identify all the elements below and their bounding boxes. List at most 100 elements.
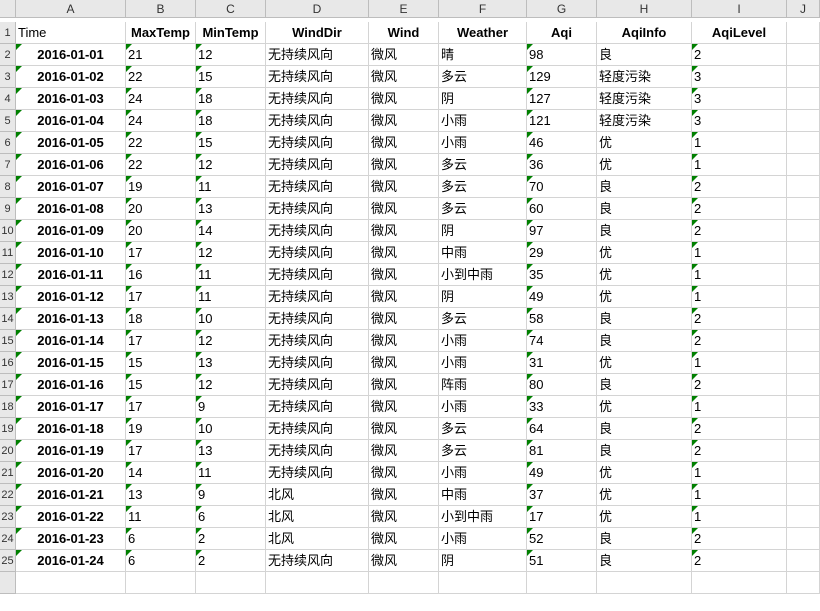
cell-aqiinfo[interactable]: 良 xyxy=(597,176,692,198)
cell-weather[interactable]: 多云 xyxy=(439,308,527,330)
cell-aqilevel[interactable]: 2 xyxy=(692,418,787,440)
cell-maxtemp[interactable]: 19 xyxy=(126,176,196,198)
cell-mintemp[interactable]: 9 xyxy=(196,484,266,506)
cell-mintemp[interactable]: 11 xyxy=(196,462,266,484)
cell-aqiinfo[interactable]: 良 xyxy=(597,528,692,550)
cell-mintemp[interactable]: 2 xyxy=(196,550,266,572)
cell-winddir[interactable]: 无持续风向 xyxy=(266,242,369,264)
cell-maxtemp[interactable]: 16 xyxy=(126,264,196,286)
cell-mintemp[interactable]: 14 xyxy=(196,220,266,242)
cell-wind[interactable]: 微风 xyxy=(369,286,439,308)
header-cell[interactable]: AqiInfo xyxy=(597,22,692,44)
cell-aqilevel[interactable]: 2 xyxy=(692,374,787,396)
row-header[interactable]: 24 xyxy=(0,528,16,550)
row-header[interactable]: 18 xyxy=(0,396,16,418)
cell-aqi[interactable]: 98 xyxy=(527,44,597,66)
empty-cell[interactable] xyxy=(787,220,820,242)
cell-maxtemp[interactable]: 18 xyxy=(126,308,196,330)
cell-weather[interactable]: 小雨 xyxy=(439,330,527,352)
cell-weather[interactable]: 多云 xyxy=(439,440,527,462)
row-header[interactable]: 13 xyxy=(0,286,16,308)
header-cell[interactable]: Wind xyxy=(369,22,439,44)
cell-aqiinfo[interactable]: 优 xyxy=(597,264,692,286)
cell-aqilevel[interactable]: 2 xyxy=(692,44,787,66)
cell-time[interactable]: 2016-01-06 xyxy=(16,154,126,176)
header-cell[interactable]: WindDir xyxy=(266,22,369,44)
cell-winddir[interactable]: 无持续风向 xyxy=(266,198,369,220)
cell-weather[interactable]: 阴 xyxy=(439,88,527,110)
cell-aqi[interactable]: 60 xyxy=(527,198,597,220)
cell-time[interactable]: 2016-01-07 xyxy=(16,176,126,198)
cell-aqi[interactable]: 36 xyxy=(527,154,597,176)
row-header[interactable]: 6 xyxy=(0,132,16,154)
empty-cell[interactable] xyxy=(787,198,820,220)
column-header-D[interactable]: D xyxy=(266,0,369,18)
header-cell[interactable]: AqiLevel xyxy=(692,22,787,44)
empty-cell[interactable] xyxy=(787,396,820,418)
cell-wind[interactable]: 微风 xyxy=(369,418,439,440)
cell-mintemp[interactable]: 12 xyxy=(196,374,266,396)
cell-weather[interactable]: 阴 xyxy=(439,220,527,242)
cell-wind[interactable]: 微风 xyxy=(369,308,439,330)
cell-aqi[interactable]: 74 xyxy=(527,330,597,352)
row-header[interactable]: 9 xyxy=(0,198,16,220)
cell-aqilevel[interactable]: 1 xyxy=(692,352,787,374)
cell-wind[interactable]: 微风 xyxy=(369,66,439,88)
cell-wind[interactable]: 微风 xyxy=(369,374,439,396)
cell-time[interactable]: 2016-01-03 xyxy=(16,88,126,110)
cell-maxtemp[interactable]: 13 xyxy=(126,484,196,506)
cell-winddir[interactable]: 无持续风向 xyxy=(266,440,369,462)
row-header[interactable]: 10 xyxy=(0,220,16,242)
cell-mintemp[interactable]: 10 xyxy=(196,418,266,440)
cell-maxtemp[interactable]: 14 xyxy=(126,462,196,484)
empty-cell[interactable] xyxy=(787,132,820,154)
cell-time[interactable]: 2016-01-08 xyxy=(16,198,126,220)
cell-maxtemp[interactable]: 20 xyxy=(126,198,196,220)
header-cell[interactable]: MinTemp xyxy=(196,22,266,44)
column-header-C[interactable]: C xyxy=(196,0,266,18)
empty-cell[interactable] xyxy=(439,572,527,594)
cell-weather[interactable]: 多云 xyxy=(439,418,527,440)
empty-cell[interactable] xyxy=(369,572,439,594)
empty-cell[interactable] xyxy=(787,308,820,330)
row-header[interactable]: 14 xyxy=(0,308,16,330)
cell-wind[interactable]: 微风 xyxy=(369,88,439,110)
cell-weather[interactable]: 阴 xyxy=(439,550,527,572)
cell-maxtemp[interactable]: 6 xyxy=(126,528,196,550)
cell-weather[interactable]: 多云 xyxy=(439,198,527,220)
cell-mintemp[interactable]: 13 xyxy=(196,198,266,220)
empty-cell[interactable] xyxy=(527,572,597,594)
cell-aqiinfo[interactable]: 良 xyxy=(597,330,692,352)
cell-aqi[interactable]: 70 xyxy=(527,176,597,198)
cell-aqilevel[interactable]: 1 xyxy=(692,286,787,308)
cell-mintemp[interactable]: 12 xyxy=(196,242,266,264)
cell-mintemp[interactable]: 9 xyxy=(196,396,266,418)
cell-winddir[interactable]: 无持续风向 xyxy=(266,88,369,110)
cell-wind[interactable]: 微风 xyxy=(369,352,439,374)
cell-wind[interactable]: 微风 xyxy=(369,154,439,176)
cell-winddir[interactable]: 无持续风向 xyxy=(266,286,369,308)
cell-winddir[interactable]: 无持续风向 xyxy=(266,44,369,66)
row-header[interactable]: 19 xyxy=(0,418,16,440)
empty-cell[interactable] xyxy=(787,484,820,506)
cell-aqiinfo[interactable]: 轻度污染 xyxy=(597,88,692,110)
cell-winddir[interactable]: 无持续风向 xyxy=(266,396,369,418)
cell-time[interactable]: 2016-01-11 xyxy=(16,264,126,286)
cell-mintemp[interactable]: 10 xyxy=(196,308,266,330)
cell-time[interactable]: 2016-01-22 xyxy=(16,506,126,528)
cell-winddir[interactable]: 无持续风向 xyxy=(266,154,369,176)
cell-time[interactable]: 2016-01-20 xyxy=(16,462,126,484)
empty-cell[interactable] xyxy=(787,352,820,374)
cell-aqilevel[interactable]: 1 xyxy=(692,242,787,264)
cell-winddir[interactable]: 北风 xyxy=(266,506,369,528)
cell-aqilevel[interactable]: 1 xyxy=(692,462,787,484)
row-header[interactable]: 7 xyxy=(0,154,16,176)
cell-maxtemp[interactable]: 15 xyxy=(126,352,196,374)
cell-maxtemp[interactable]: 22 xyxy=(126,154,196,176)
cell-winddir[interactable]: 无持续风向 xyxy=(266,550,369,572)
empty-cell[interactable] xyxy=(787,462,820,484)
cell-time[interactable]: 2016-01-24 xyxy=(16,550,126,572)
empty-cell[interactable] xyxy=(196,572,266,594)
empty-cell[interactable] xyxy=(787,88,820,110)
cell-mintemp[interactable]: 12 xyxy=(196,330,266,352)
